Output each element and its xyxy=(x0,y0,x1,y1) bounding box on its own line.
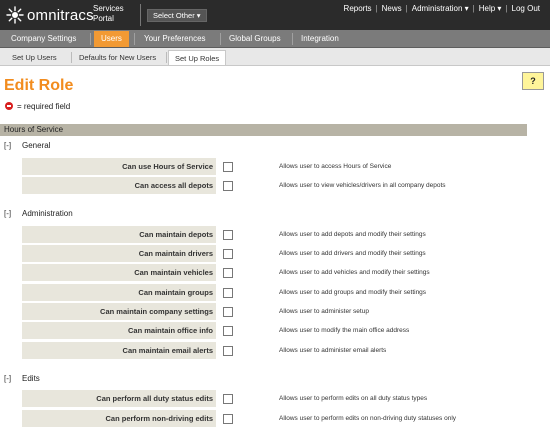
group-title-general: General xyxy=(22,141,51,150)
collapse-edits-toggle[interactable]: [-] xyxy=(4,374,11,383)
logo-text: omnitracs xyxy=(27,7,94,24)
portal-line-1: Services xyxy=(93,4,124,13)
checkbox-maintain-company-settings[interactable] xyxy=(223,307,233,317)
perm-label-maintain-office-info: Can maintain office info xyxy=(22,322,216,339)
administration-menu[interactable]: Administration ▾ xyxy=(408,4,473,13)
subtab-set-up-users[interactable]: Set Up Users xyxy=(6,50,63,65)
main-nav: Company Settings Users Your Preferences … xyxy=(0,30,550,48)
checkbox-use-hos[interactable] xyxy=(223,162,233,172)
tab-separator xyxy=(90,33,91,45)
subtab-defaults-new-users[interactable]: Defaults for New Users xyxy=(73,50,162,65)
omnitracs-logo-icon xyxy=(6,6,24,24)
tab-global-groups[interactable]: Global Groups xyxy=(222,31,288,47)
checkbox-maintain-vehicles[interactable] xyxy=(223,268,233,278)
perm-label-maintain-depots: Can maintain depots xyxy=(22,226,216,243)
tab-your-preferences[interactable]: Your Preferences xyxy=(137,31,213,47)
required-icon xyxy=(5,102,13,110)
group-title-edits: Edits xyxy=(22,374,40,383)
portal-line-2: Portal xyxy=(93,14,114,23)
tab-integration[interactable]: Integration xyxy=(294,31,346,47)
select-other-dropdown[interactable]: Select Other ▾ xyxy=(147,9,207,22)
perm-desc-maintain-depots: Allows user to add depots and modify the… xyxy=(279,231,426,238)
help-button[interactable]: ? xyxy=(522,72,544,90)
section-header-hours-of-service: Hours of Service xyxy=(0,124,527,136)
logout-link[interactable]: Log Out xyxy=(508,4,544,13)
news-link[interactable]: News xyxy=(378,4,406,13)
checkbox-maintain-email-alerts[interactable] xyxy=(223,346,233,356)
perm-label-all-duty-edits: Can perform all duty status edits xyxy=(22,390,216,407)
help-menu[interactable]: Help ▾ xyxy=(475,4,506,13)
reports-link[interactable]: Reports xyxy=(340,4,376,13)
perm-desc-access-depots: Allows user to view vehicles/drivers in … xyxy=(279,182,446,189)
checkbox-maintain-groups[interactable] xyxy=(223,288,233,298)
perm-label-access-depots: Can access all depots xyxy=(22,177,216,194)
tab-separator xyxy=(134,33,135,45)
perm-desc-maintain-company-settings: Allows user to administer setup xyxy=(279,308,369,315)
checkbox-maintain-depots[interactable] xyxy=(223,230,233,240)
page-title: Edit Role xyxy=(4,77,74,94)
perm-desc-all-duty-edits: Allows user to perform edits on all duty… xyxy=(279,395,428,402)
collapse-administration-toggle[interactable]: [-] xyxy=(4,209,11,218)
checkbox-non-driving-edits[interactable] xyxy=(223,414,233,424)
tab-users[interactable]: Users xyxy=(94,31,129,47)
tab-separator xyxy=(292,33,293,45)
tab-company-settings[interactable]: Company Settings xyxy=(4,31,83,47)
top-links: Reports | News | Administration ▾ | Help… xyxy=(340,4,544,13)
perm-desc-non-driving-edits: Allows user to perform edits on non-driv… xyxy=(279,415,457,422)
subtab-separator xyxy=(166,52,167,63)
checkbox-maintain-office-info[interactable] xyxy=(223,326,233,336)
perm-label-use-hos: Can use Hours of Service xyxy=(22,158,216,175)
perm-label-non-driving-edits: Can perform non-driving edits xyxy=(22,410,216,427)
sub-nav: Set Up Users Defaults for New Users Set … xyxy=(0,48,550,66)
group-title-administration: Administration xyxy=(22,209,73,218)
perm-label-maintain-vehicles: Can maintain vehicles xyxy=(22,264,216,281)
perm-label-maintain-company-settings: Can maintain company settings xyxy=(22,303,216,320)
collapse-general-toggle[interactable]: [-] xyxy=(4,141,11,150)
perm-desc-maintain-email-alerts: Allows user to administer email alerts xyxy=(279,347,387,354)
subtab-set-up-roles[interactable]: Set Up Roles xyxy=(168,50,227,65)
header-divider xyxy=(140,4,141,26)
perm-label-maintain-drivers: Can maintain drivers xyxy=(22,245,216,262)
checkbox-access-depots[interactable] xyxy=(223,181,233,191)
perm-desc-maintain-drivers: Allows user to add drivers and modify th… xyxy=(279,250,426,257)
perm-desc-maintain-groups: Allows user to add groups and modify the… xyxy=(279,289,427,296)
required-note: = required field xyxy=(17,102,71,111)
perm-desc-use-hos: Allows user to access Hours of Service xyxy=(279,163,392,170)
top-bar: omnitracs Services Portal Select Other ▾… xyxy=(0,0,550,30)
perm-desc-maintain-vehicles: Allows user to add vehicles and modify t… xyxy=(279,269,430,276)
perm-desc-maintain-office-info: Allows user to modify the main office ad… xyxy=(279,327,410,334)
tab-separator xyxy=(220,33,221,45)
subtab-separator xyxy=(71,52,72,63)
checkbox-all-duty-edits[interactable] xyxy=(223,394,233,404)
perm-label-maintain-email-alerts: Can maintain email alerts xyxy=(22,342,216,359)
checkbox-maintain-drivers[interactable] xyxy=(223,249,233,259)
perm-label-maintain-groups: Can maintain groups xyxy=(22,284,216,301)
portal-name: Services Portal xyxy=(93,4,124,24)
